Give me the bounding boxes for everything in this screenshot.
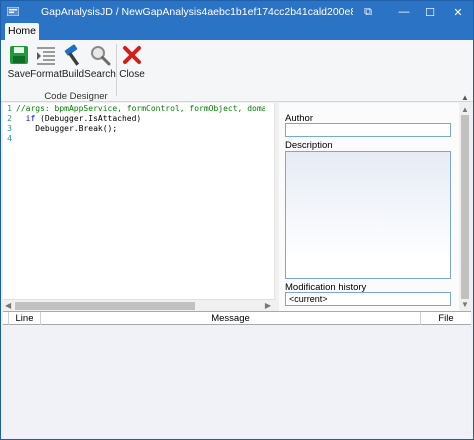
line-number: 4 (7, 134, 12, 143)
line-number: 1 (7, 104, 12, 113)
build-button[interactable]: Build (61, 44, 85, 84)
column-header-message[interactable]: Message (41, 312, 421, 325)
messages-grid-header: Line Message File (3, 311, 471, 325)
ribbon-separator (116, 44, 117, 96)
code-line: 2 if (Debugger.IsAttached) (3, 114, 265, 124)
save-label: Save (7, 69, 31, 80)
search-button[interactable]: Search (84, 44, 116, 84)
column-header-file[interactable]: File (421, 312, 471, 325)
line-number: 2 (7, 114, 12, 123)
maximize-button[interactable]: ☐ (417, 1, 443, 23)
line-number: 3 (7, 124, 12, 133)
minimize-button[interactable]: — (391, 1, 417, 23)
author-field[interactable] (285, 123, 451, 137)
modification-history-field[interactable]: <current> (285, 292, 451, 306)
code-line: 3 Debugger.Break(); (3, 124, 265, 134)
code-text: //args: bpmAppService, formControl, form… (16, 104, 265, 113)
close-icon (123, 46, 141, 64)
search-icon (91, 46, 111, 66)
app-icon (7, 7, 19, 16)
properties-vertical-scrollbar[interactable]: ▲ ▼ (459, 103, 471, 311)
build-label: Build (61, 69, 85, 80)
title-bar[interactable]: GapAnalysisJD / NewGapAnalysis4aebc1b1ef… (1, 1, 473, 23)
window-title: GapAnalysisJD / NewGapAnalysis4aebc1b1ef… (41, 6, 353, 18)
close-button[interactable]: Close (119, 44, 145, 84)
scroll-right-icon[interactable]: ▶ (265, 301, 271, 310)
save-button[interactable]: Save (7, 44, 31, 84)
code-designer-window: GapAnalysisJD / NewGapAnalysis4aebc1b1ef… (0, 0, 474, 440)
ribbon-group-label: Code Designer (44, 91, 108, 102)
format-icon (37, 47, 55, 65)
ribbon-panel: Save Format Build Search Close Code Desi… (1, 40, 473, 102)
scroll-down-icon[interactable]: ▼ (461, 300, 469, 309)
search-label: Search (84, 69, 116, 80)
messages-grid-body[interactable] (3, 325, 471, 438)
scroll-up-icon[interactable]: ▲ (461, 105, 469, 114)
scrollbar-thumb[interactable] (461, 115, 469, 299)
code-editor[interactable]: 1 //args: bpmAppService, formControl, for… (3, 103, 275, 311)
code-text: (Debugger.IsAttached) (35, 114, 142, 123)
code-text: Debugger.Break(); (16, 124, 118, 133)
editor-horizontal-scrollbar[interactable]: ◀ ▶ (3, 299, 275, 311)
properties-panel: Author Description Modification history … (279, 103, 459, 311)
collapse-ribbon-icon[interactable]: ▲ (461, 93, 469, 102)
scroll-left-icon[interactable]: ◀ (5, 301, 11, 310)
hammer-icon (64, 44, 80, 66)
format-button[interactable]: Format (30, 44, 62, 84)
ribbon-tab-strip: Home (1, 23, 473, 40)
close-window-button[interactable]: ✕ (445, 1, 471, 23)
format-label: Format (30, 69, 62, 80)
code-line: 4 (3, 134, 265, 144)
tab-home[interactable]: Home (5, 23, 39, 40)
save-icon (10, 46, 28, 64)
description-label: Description (285, 140, 333, 151)
scrollbar-thumb[interactable] (15, 302, 195, 310)
restore-down-icon[interactable]: ⧉ (355, 1, 381, 23)
code-keyword: if (25, 114, 36, 123)
description-field[interactable] (285, 151, 451, 279)
close-label: Close (119, 69, 145, 80)
column-header-line[interactable]: Line (9, 312, 41, 325)
code-line: 1 //args: bpmAppService, formControl, for… (3, 104, 265, 114)
